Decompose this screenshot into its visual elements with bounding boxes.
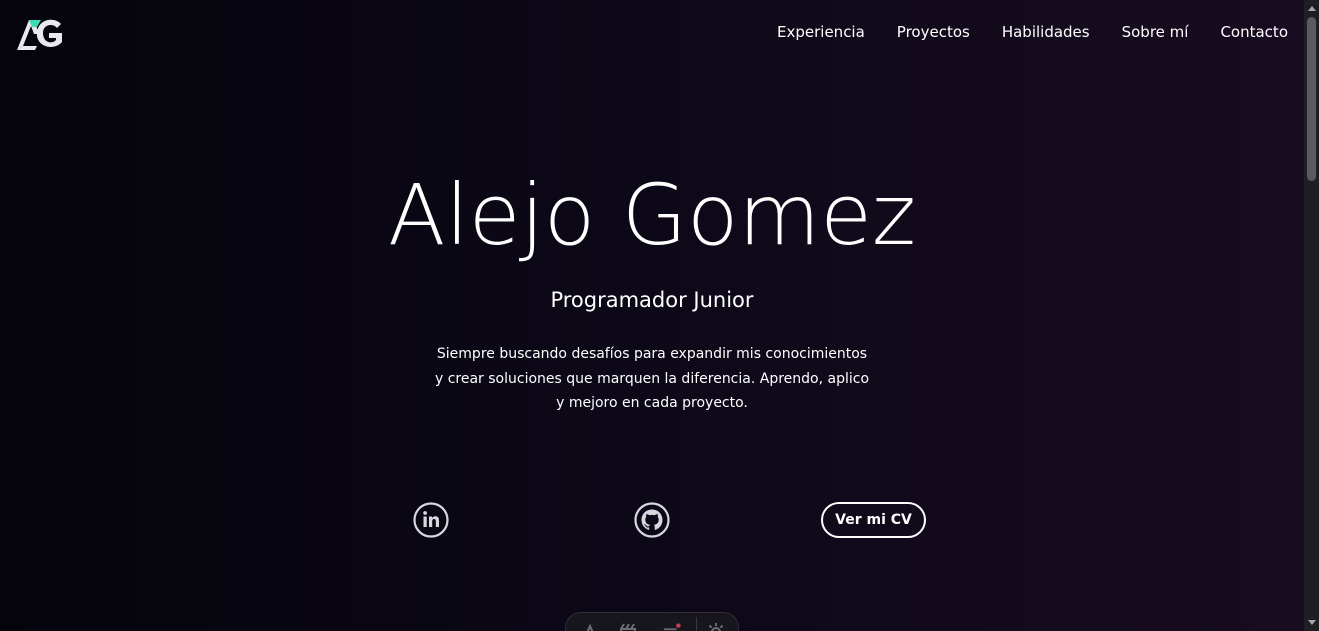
nav-item-habilidades[interactable]: Habilidades (1002, 20, 1090, 44)
dev-toolbar (565, 612, 739, 631)
github-icon (634, 502, 670, 538)
github-link[interactable] (634, 502, 670, 538)
hero-role: Programador Junior (550, 288, 754, 312)
linkedin-link[interactable] (413, 502, 449, 538)
hero-description-line: Siempre buscando desafíos para expandir … (436, 346, 868, 362)
nav-item-proyectos[interactable]: Proyectos (897, 20, 970, 44)
cv-button[interactable]: Ver mi CV (821, 502, 926, 538)
nav-item-sobre-mi[interactable]: Sobre mí (1122, 20, 1189, 44)
clapperboard-icon[interactable] (618, 622, 638, 631)
hero-name: Alejo Gomez (388, 166, 916, 264)
page: Experiencia Proyectos Habilidades Sobre … (0, 0, 1304, 631)
hero-description-line: y crear soluciones que marquen la difere… (434, 370, 870, 387)
hero-description: Siempre buscando desafíos para expandir … (422, 342, 882, 416)
scroll-up-arrow-icon[interactable] (1308, 6, 1316, 11)
scrollbar-thumb[interactable] (1307, 17, 1316, 181)
navbar: Experiencia Proyectos Habilidades Sobre … (0, 0, 1304, 64)
nav-links: Experiencia Proyectos Habilidades Sobre … (777, 20, 1288, 44)
ag-logo-icon[interactable] (15, 14, 67, 54)
nav-item-experiencia[interactable]: Experiencia (777, 20, 865, 44)
linkedin-icon (413, 502, 449, 538)
toolbar-divider (696, 617, 697, 631)
nav-item-contacto[interactable]: Contacto (1220, 20, 1288, 44)
logo-icon[interactable] (580, 622, 600, 631)
menu-icon[interactable] (662, 622, 682, 631)
scroll-down-arrow-icon[interactable] (1308, 620, 1316, 625)
vertical-scrollbar[interactable] (1304, 0, 1319, 631)
hero-description-line: y mejoro en cada proyecto. (556, 395, 748, 411)
settings-icon[interactable] (706, 622, 726, 631)
